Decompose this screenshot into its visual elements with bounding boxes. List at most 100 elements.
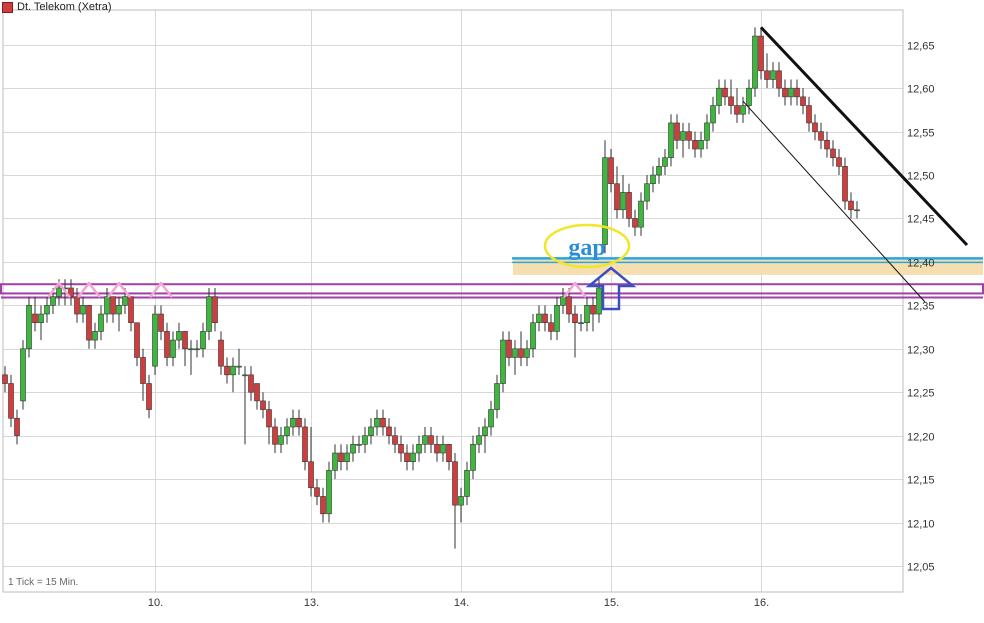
candle-body bbox=[116, 305, 122, 315]
candle-body bbox=[110, 296, 116, 315]
candle-body bbox=[452, 461, 458, 506]
candle-body bbox=[836, 157, 842, 167]
candle-body bbox=[284, 426, 290, 436]
trendline-main bbox=[759, 26, 969, 247]
candle-body bbox=[668, 122, 674, 158]
candle-body bbox=[716, 87, 722, 106]
candle-body bbox=[608, 157, 614, 185]
y-tick-label: 12,05 bbox=[907, 562, 935, 574]
candle-body bbox=[470, 444, 476, 471]
legend-swatch bbox=[2, 1, 13, 13]
candle-body bbox=[434, 444, 440, 454]
candle-body bbox=[266, 409, 272, 428]
candle-body bbox=[584, 305, 590, 324]
candle-body bbox=[782, 87, 788, 98]
candle-body bbox=[458, 496, 464, 506]
candle-body bbox=[164, 331, 170, 358]
candle-body bbox=[218, 339, 224, 367]
candle-body bbox=[200, 331, 206, 350]
candle-body bbox=[680, 131, 686, 141]
candle-body bbox=[626, 192, 632, 219]
candle-body bbox=[128, 296, 134, 324]
candle-body bbox=[242, 374, 248, 377]
candle-body bbox=[26, 305, 32, 350]
candle-body bbox=[548, 322, 554, 332]
candle-body bbox=[374, 417, 380, 428]
candle-body bbox=[500, 339, 506, 384]
candle-body bbox=[464, 470, 470, 497]
candle-body bbox=[692, 139, 698, 150]
candle-body bbox=[290, 417, 296, 428]
candle-body bbox=[332, 452, 338, 471]
chart-legend: Dt. Telekom (Xetra) bbox=[2, 1, 112, 13]
x-tick-label: 10. bbox=[148, 597, 163, 609]
candle-body bbox=[80, 305, 86, 315]
candle-body bbox=[38, 313, 44, 324]
resistance-caret bbox=[149, 281, 173, 299]
candle-body bbox=[488, 409, 494, 428]
candle-body bbox=[824, 139, 830, 150]
candle-body bbox=[752, 35, 758, 89]
y-tick-label: 12,15 bbox=[907, 475, 935, 487]
candle-body bbox=[122, 296, 128, 306]
candle-body bbox=[152, 313, 158, 367]
candle-body bbox=[740, 105, 746, 115]
candle-body bbox=[494, 383, 500, 410]
candle-body bbox=[272, 426, 278, 445]
candle-body bbox=[596, 287, 602, 315]
candle-body bbox=[788, 87, 794, 98]
candle-body bbox=[794, 87, 800, 98]
candle-body bbox=[134, 322, 140, 358]
candle-body bbox=[536, 313, 542, 324]
candle-body bbox=[356, 444, 362, 446]
candle-body bbox=[770, 70, 776, 80]
y-tick-label: 12,20 bbox=[907, 432, 935, 444]
candle-body bbox=[734, 105, 740, 115]
y-tick-label: 12,60 bbox=[907, 84, 935, 96]
candle-body bbox=[236, 365, 242, 368]
candle-body bbox=[404, 452, 410, 463]
candle-body bbox=[326, 470, 332, 515]
candle-body bbox=[254, 383, 260, 402]
y-tick-label: 12,30 bbox=[907, 345, 935, 357]
candle-body bbox=[260, 400, 266, 410]
candle-body bbox=[2, 374, 8, 384]
candle-body bbox=[380, 417, 386, 428]
candle-body bbox=[170, 339, 176, 358]
candle-body bbox=[506, 339, 512, 358]
candle-body bbox=[524, 348, 530, 358]
y-tick-label: 12,40 bbox=[907, 258, 935, 270]
candle-body bbox=[344, 452, 350, 463]
candle-body bbox=[212, 296, 218, 324]
candle-body bbox=[818, 131, 824, 141]
candle-body bbox=[314, 487, 320, 497]
candle-body bbox=[206, 296, 212, 332]
candle-body bbox=[350, 444, 356, 454]
x-axis: 10. 13. 14. 15. 16. bbox=[148, 597, 769, 609]
x-tick-label: 16. bbox=[754, 597, 769, 609]
candle-body bbox=[806, 105, 812, 124]
candle-body bbox=[572, 313, 578, 324]
candle-body bbox=[56, 287, 62, 297]
candle-body bbox=[602, 157, 608, 245]
candle-body bbox=[176, 331, 182, 341]
candle-body bbox=[662, 157, 668, 167]
candle-body bbox=[674, 122, 680, 141]
candle-body bbox=[854, 209, 860, 212]
candle-body bbox=[542, 313, 548, 324]
candle-body bbox=[194, 348, 200, 351]
candle-body bbox=[20, 348, 26, 402]
candle-body bbox=[812, 122, 818, 132]
x-tick-label: 13. bbox=[304, 597, 319, 609]
candle-body bbox=[830, 148, 836, 158]
candle-body bbox=[566, 296, 572, 315]
candle-body bbox=[518, 348, 524, 358]
candle-body bbox=[614, 183, 620, 211]
candle-body bbox=[386, 426, 392, 436]
support-band bbox=[0, 283, 984, 295]
candle-body bbox=[764, 70, 770, 80]
candle-body bbox=[710, 105, 716, 124]
candle-body bbox=[746, 87, 752, 106]
candle-body bbox=[590, 305, 596, 315]
candle-body bbox=[302, 426, 308, 463]
